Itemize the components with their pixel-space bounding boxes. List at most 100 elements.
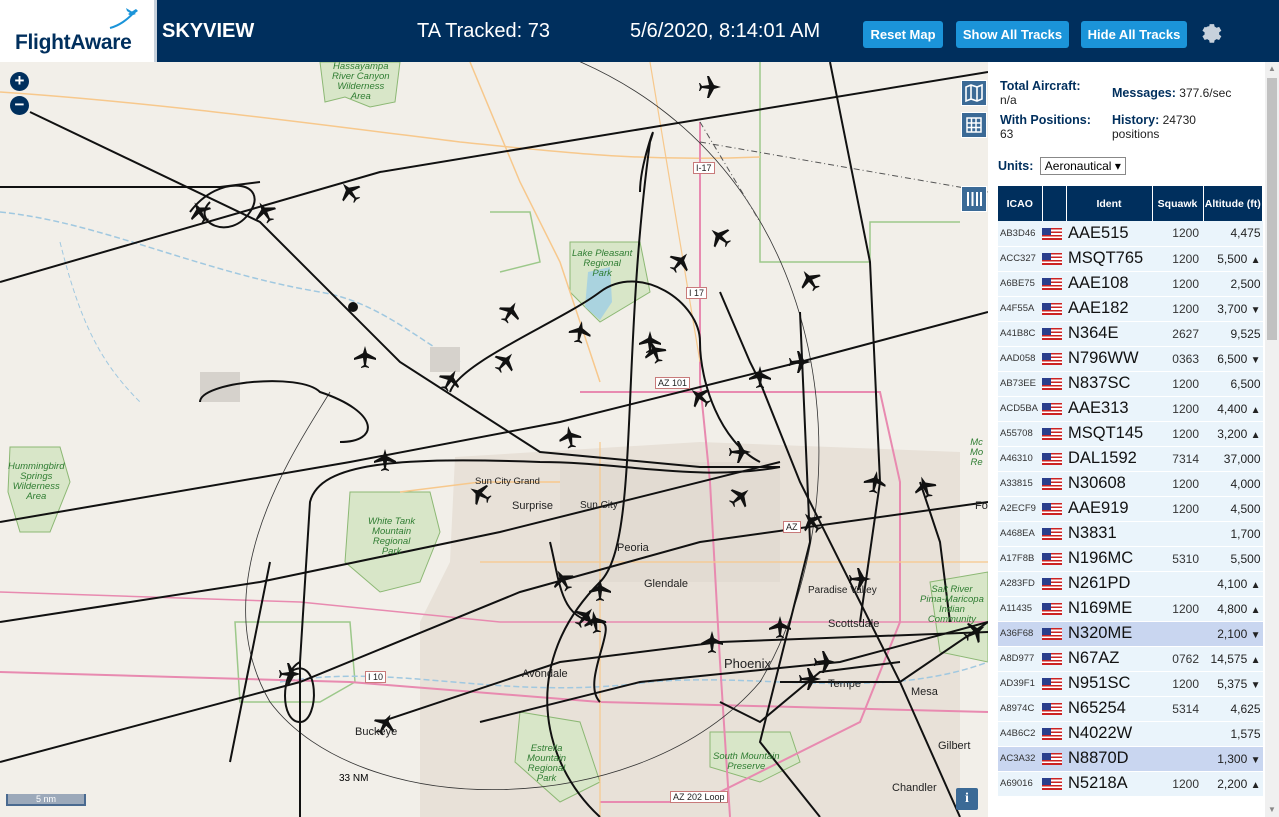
panel-scrollbar[interactable]: ▲ ▼ <box>1265 62 1279 817</box>
grid-toggle-button[interactable] <box>961 112 987 138</box>
aircraft-icon[interactable] <box>335 177 366 208</box>
aircraft-icon[interactable] <box>797 507 828 538</box>
table-row[interactable]: ACC327 MSQT765 1200 5,500 ▲ <box>998 246 1263 272</box>
cell-flag <box>1042 521 1066 547</box>
label-paradise-valley: Paradise Valley <box>808 585 877 596</box>
table-row[interactable]: A8D977 N67AZ 0762 14,575 ▲ <box>998 646 1263 672</box>
col-ident[interactable]: Ident <box>1066 186 1153 221</box>
cell-flag <box>1042 371 1066 397</box>
table-row[interactable]: A2ECF9 AAE919 1200 4,500 <box>998 496 1263 522</box>
cell-squawk: 2627 <box>1152 321 1203 347</box>
with-positions-label: With Positions: <box>1000 113 1091 127</box>
cell-icao: AB3D46 <box>998 221 1042 247</box>
show-all-tracks-button[interactable]: Show All Tracks <box>956 21 1069 48</box>
table-row[interactable]: AB3D46 AAE515 1200 4,475 <box>998 221 1263 247</box>
table-row[interactable]: AB73EE N837SC 1200 6,500 <box>998 371 1263 397</box>
altitude-value: 1,700 <box>1230 526 1261 541</box>
cell-flag <box>1042 696 1066 722</box>
table-row[interactable]: A41B8C N364E 2627 9,525 <box>998 321 1263 347</box>
reset-map-button[interactable]: Reset Map <box>863 21 943 48</box>
zoom-in-button[interactable]: + <box>10 72 29 91</box>
aircraft-icon[interactable] <box>862 469 887 494</box>
scroll-thumb[interactable] <box>1267 78 1277 340</box>
table-row[interactable]: A36F68 N320ME 2,100 ▼ <box>998 621 1263 647</box>
aircraft-icon[interactable] <box>814 651 836 673</box>
label-az101: AZ 101 <box>655 377 691 389</box>
table-row[interactable]: A4B6C2 N4022W 1,575 <box>998 721 1263 747</box>
table-row[interactable]: ACD5BA AAE313 1200 4,400 ▲ <box>998 396 1263 422</box>
aircraft-icon[interactable] <box>279 663 301 685</box>
table-row[interactable]: A33815 N30608 1200 4,000 <box>998 471 1263 497</box>
aircraft-icon[interactable] <box>705 222 736 253</box>
cell-icao: A4B6C2 <box>998 721 1042 747</box>
table-row[interactable]: A283FD N261PD 4,100 ▲ <box>998 571 1263 597</box>
table-row[interactable]: A8974C N65254 5314 4,625 <box>998 696 1263 722</box>
map-canvas[interactable]: Hassayampa River Canyon Wilderness Area … <box>0 62 988 817</box>
table-row[interactable]: A55708 MSQT145 1200 3,200 ▲ <box>998 421 1263 447</box>
map-layers-button[interactable] <box>961 80 987 106</box>
table-row[interactable]: AD39F1 N951SC 1200 5,375 ▼ <box>998 671 1263 697</box>
label-az: AZ <box>783 521 801 533</box>
aircraft-icon[interactable] <box>589 579 611 601</box>
table-row[interactable]: A11435 N169ME 1200 4,800 ▲ <box>998 596 1263 622</box>
history-stat: History: 24730 positions <box>1112 113 1196 141</box>
table-row[interactable]: A4F55A AAE182 1200 3,700 ▼ <box>998 296 1263 322</box>
aircraft-icon[interactable] <box>769 616 791 638</box>
us-flag-icon <box>1042 428 1062 441</box>
aircraft-icon[interactable] <box>749 366 771 388</box>
total-aircraft-label: Total Aircraft: <box>1000 79 1081 93</box>
label-gilbert: Gilbert <box>938 740 971 752</box>
aircraft-icon[interactable] <box>495 297 525 327</box>
table-row[interactable]: A46310 DAL1592 7314 37,000 <box>998 446 1263 472</box>
aircraft-icon[interactable] <box>374 449 396 471</box>
aircraft-icon[interactable] <box>729 441 751 463</box>
aircraft-icon[interactable] <box>665 247 696 278</box>
aircraft-icon[interactable] <box>548 565 578 595</box>
table-row[interactable]: A468EA N3831 1,700 <box>998 521 1263 547</box>
table-row[interactable]: AC3A32 N8870D 1,300 ▼ <box>998 746 1263 772</box>
scroll-up-arrow-icon[interactable]: ▲ <box>1265 62 1279 76</box>
cell-icao: A283FD <box>998 571 1042 597</box>
cell-ident: N3831 <box>1066 521 1152 547</box>
cell-ident: N169ME <box>1066 596 1152 622</box>
hide-all-tracks-button[interactable]: Hide All Tracks <box>1081 21 1187 48</box>
table-row[interactable]: A6BE75 AAE108 1200 2,500 <box>998 271 1263 297</box>
aircraft-icon[interactable] <box>799 668 821 690</box>
cell-ident: AAE919 <box>1066 496 1152 522</box>
aircraft-icon[interactable] <box>725 482 756 513</box>
aircraft-icon[interactable] <box>435 365 465 395</box>
table-row[interactable]: AAD058 N796WW 0363 6,500 ▼ <box>998 346 1263 372</box>
columns-toggle-button[interactable] <box>961 186 987 212</box>
columns-icon <box>967 192 982 206</box>
messages-stat: Messages: 377.6/sec <box>1112 86 1231 100</box>
aircraft-layer <box>185 76 985 736</box>
gear-icon[interactable] <box>1198 20 1222 44</box>
aircraft-icon[interactable] <box>789 351 811 373</box>
aircraft-icon[interactable] <box>911 473 939 501</box>
aircraft-icon[interactable] <box>795 265 826 296</box>
info-button[interactable]: i <box>956 788 978 810</box>
zoom-out-button[interactable]: − <box>10 96 29 115</box>
aircraft-icon[interactable] <box>567 319 592 344</box>
cell-ident: AAE515 <box>1066 221 1152 247</box>
aircraft-icon[interactable] <box>250 197 280 227</box>
aircraft-icon[interactable] <box>701 631 723 653</box>
col-altitude[interactable]: Altitude (ft) <box>1203 186 1263 221</box>
aircraft-icon[interactable] <box>557 424 582 449</box>
units-select[interactable]: Aeronautical ▾ <box>1039 157 1126 175</box>
table-row[interactable]: A69016 N5218A 1200 2,200 ▲ <box>998 771 1263 797</box>
cell-ident: N65254 <box>1066 696 1152 722</box>
aircraft-icon[interactable] <box>354 346 376 368</box>
table-row[interactable]: A17F8B N196MC 5310 5,500 <box>998 546 1263 572</box>
aircraft-icon[interactable] <box>699 76 721 98</box>
label-surprise: Surprise <box>512 500 553 512</box>
flightaware-logo[interactable]: FlightAware <box>0 0 157 62</box>
col-icao[interactable]: ICAO <box>998 186 1043 221</box>
map-icon <box>965 83 983 103</box>
cell-altitude: 6,500 ▼ <box>1203 346 1263 372</box>
aircraft-icon[interactable] <box>185 197 215 227</box>
col-squawk[interactable]: Squawk <box>1152 186 1204 221</box>
scroll-down-arrow-icon[interactable]: ▼ <box>1265 803 1279 817</box>
altitude-trend: ▲ <box>1250 654 1261 666</box>
aircraft-icon[interactable] <box>490 347 521 378</box>
